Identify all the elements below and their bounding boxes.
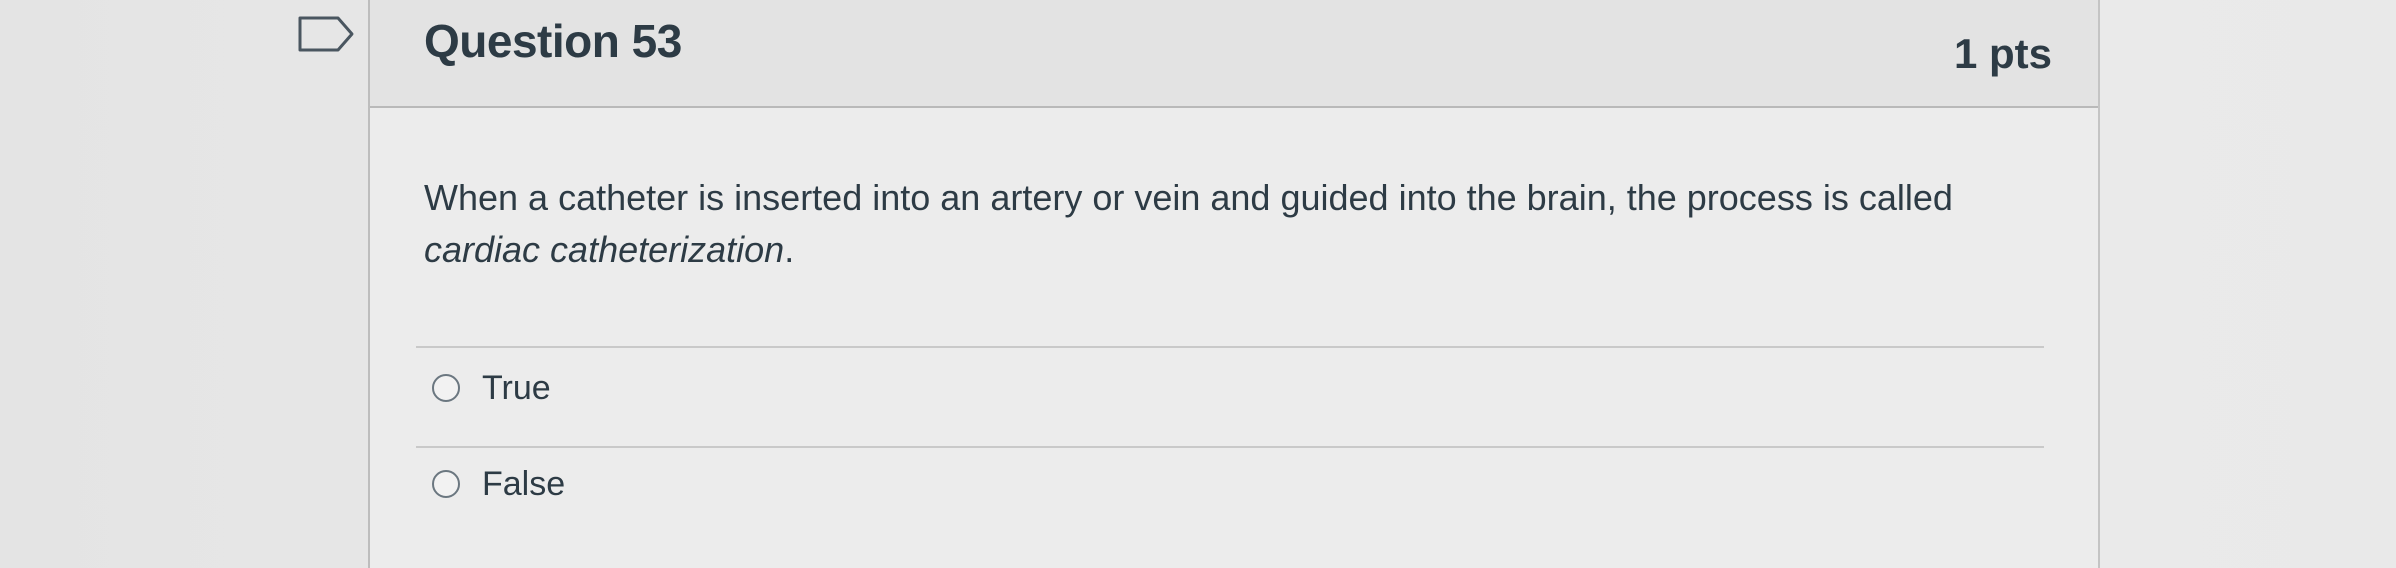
question-header: Question 53 1 pts xyxy=(370,0,2098,108)
question-title: Question 53 xyxy=(424,15,682,67)
answer-option-true[interactable]: True xyxy=(432,364,551,412)
answers-divider-middle xyxy=(416,446,2044,448)
radio-button-icon[interactable] xyxy=(432,374,460,402)
question-text-main: When a catheter is inserted into an arte… xyxy=(424,177,1953,218)
answer-label: False xyxy=(482,464,566,503)
question-points: 1 pts xyxy=(1953,30,2052,77)
question-text-end: . xyxy=(784,229,795,270)
answer-label: True xyxy=(482,368,551,407)
question-card: Question 53 1 pts When a catheter is ins… xyxy=(368,0,2100,568)
answer-option-false[interactable]: False xyxy=(432,460,565,508)
quiz-page: Question 53 1 pts When a catheter is ins… xyxy=(0,0,2396,568)
radio-button-icon[interactable] xyxy=(432,470,460,498)
question-text: When a catheter is inserted into an arte… xyxy=(424,172,2064,276)
question-text-italic: cardiac catheterization xyxy=(424,229,785,270)
flag-icon[interactable] xyxy=(298,16,354,52)
flag-outline-icon xyxy=(298,16,354,52)
answers-divider-top xyxy=(416,346,2044,348)
